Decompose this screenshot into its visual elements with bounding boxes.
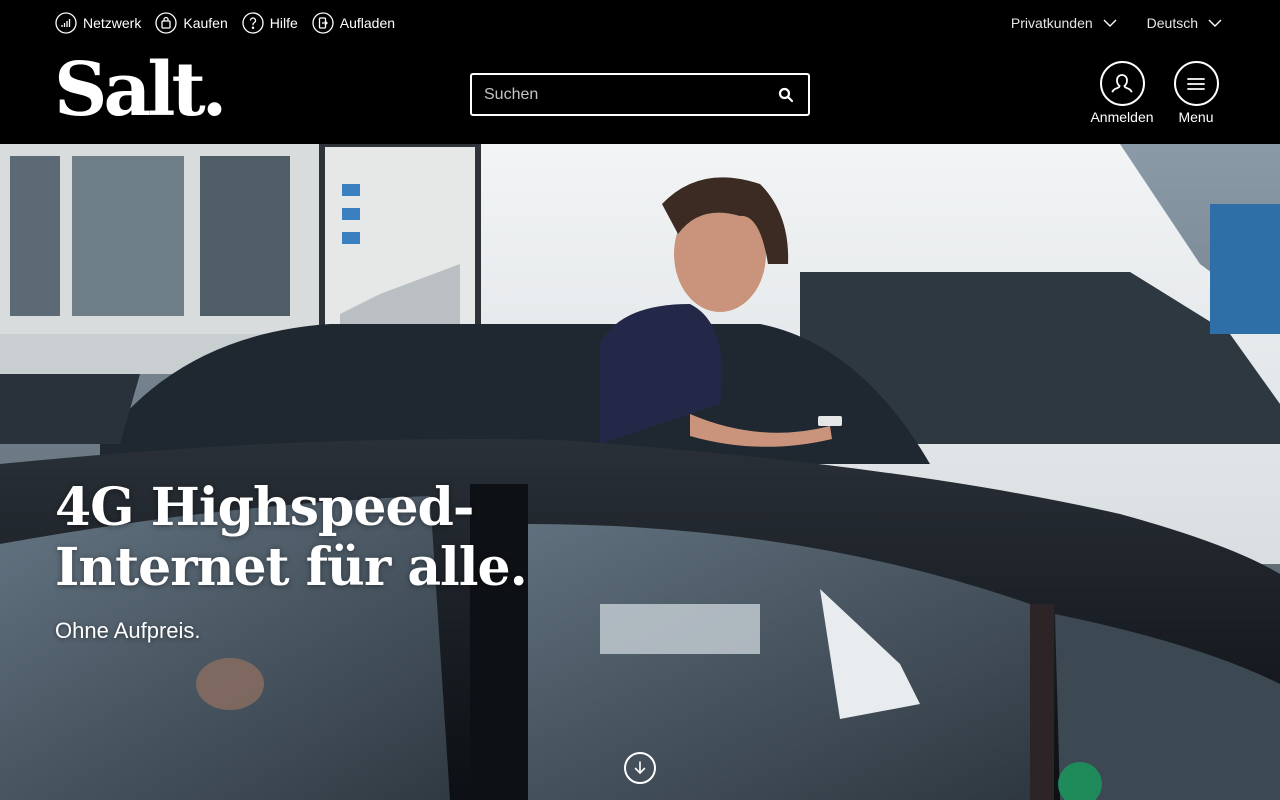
topnav-hilfe-label: Hilfe — [269, 15, 298, 31]
scroll-down-button[interactable] — [624, 752, 656, 784]
topnav-kaufen[interactable]: Kaufen — [155, 12, 228, 34]
shopping-bag-icon — [155, 12, 178, 34]
segment-dropdown-label: Privatkunden — [1010, 15, 1093, 31]
hero-banner: 4G Highspeed- Internet für alle. Ohne Au… — [0, 144, 1280, 800]
topnav-netzwerk[interactable]: Netzwerk — [55, 12, 141, 34]
hero-street-photo — [0, 144, 1280, 800]
help-icon — [242, 12, 264, 34]
topnav-hilfe[interactable]: Hilfe — [242, 12, 298, 34]
login-circle — [1099, 61, 1145, 106]
search-button[interactable] — [764, 75, 808, 114]
arrow-down-icon — [634, 761, 646, 775]
topnav-aufladen-label: Aufladen — [339, 15, 396, 31]
language-dropdown[interactable]: Deutsch — [1147, 12, 1222, 34]
top-up-icon — [312, 12, 334, 34]
hero-headline-line1: 4G Highspeed- — [55, 477, 474, 538]
chevron-down-icon — [1103, 19, 1117, 27]
language-dropdown-label: Deutsch — [1146, 15, 1198, 31]
search-input[interactable] — [472, 75, 764, 114]
site-header: Netzwerk Kaufen Hilfe Aufladen Privatkun… — [0, 0, 1280, 144]
hero-headline-line2: Internet für alle. — [55, 537, 528, 598]
user-icon — [1111, 73, 1133, 93]
search-icon — [778, 87, 794, 102]
chevron-down-icon — [1208, 19, 1222, 27]
hamburger-icon — [1187, 77, 1205, 90]
login-label: Anmelden — [1090, 109, 1154, 125]
top-right-controls: Privatkunden Deutsch — [1011, 12, 1222, 34]
salt-logo[interactable]: Salt. — [54, 50, 227, 130]
topnav-kaufen-label: Kaufen — [183, 15, 228, 31]
hero-subline: Ohne Aufpreis. — [55, 618, 201, 643]
hero-headline: 4G Highspeed- Internet für alle. — [55, 477, 528, 598]
login-button[interactable]: Anmelden — [1090, 61, 1154, 125]
menu-button[interactable]: Menu — [1170, 61, 1222, 125]
top-navigation: Netzwerk Kaufen Hilfe Aufladen — [55, 12, 395, 34]
signal-icon — [55, 12, 77, 34]
segment-dropdown[interactable]: Privatkunden — [1011, 12, 1117, 34]
topnav-aufladen[interactable]: Aufladen — [312, 12, 395, 34]
menu-circle — [1173, 61, 1219, 106]
topnav-netzwerk-label: Netzwerk — [83, 15, 142, 31]
menu-label: Menu — [1178, 109, 1214, 125]
search-box — [470, 73, 810, 116]
